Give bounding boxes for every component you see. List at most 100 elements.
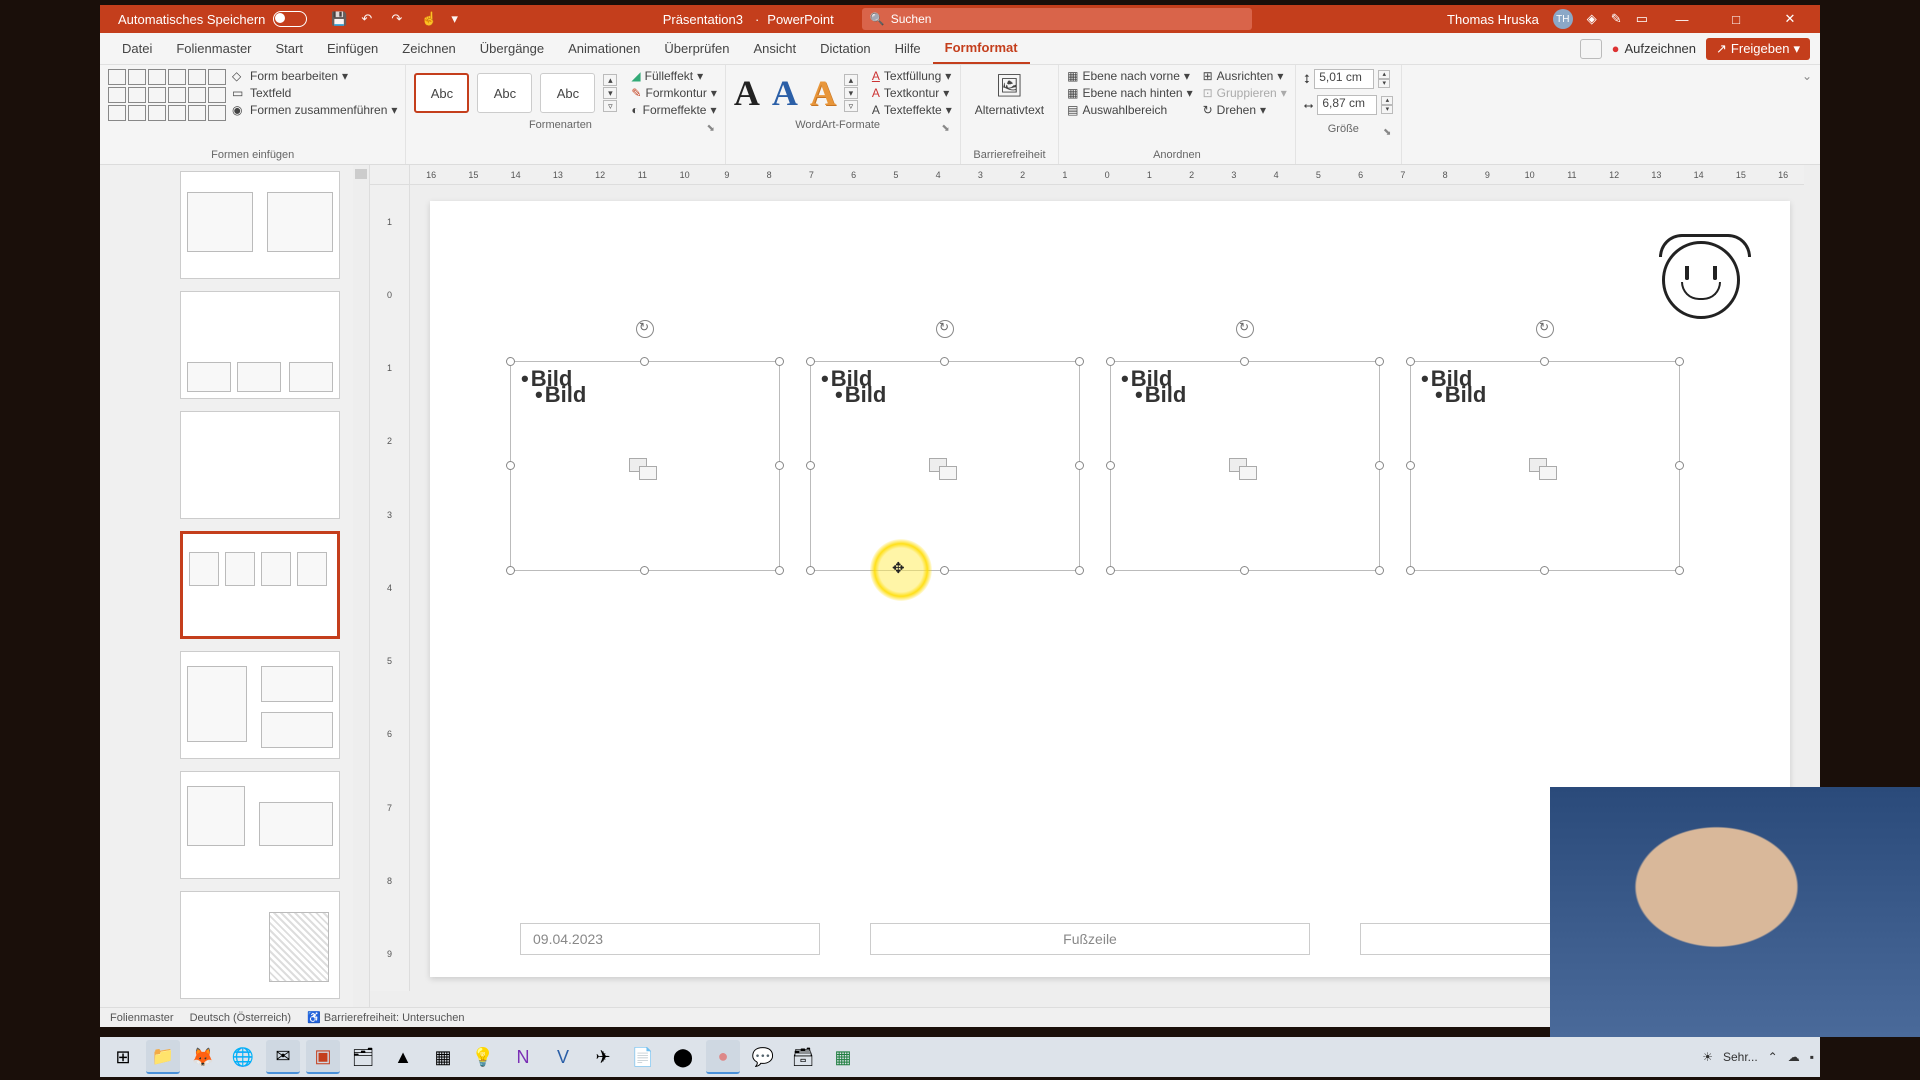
wordart-gallery-more[interactable]: ▴▾▿	[844, 74, 858, 112]
minimize-button[interactable]: —	[1662, 5, 1702, 33]
tab-datei[interactable]: Datei	[110, 33, 164, 64]
slide-number-placeholder[interactable]	[1360, 923, 1560, 955]
powerpoint-icon[interactable]: ▣	[306, 1040, 340, 1074]
visio-icon[interactable]: V	[546, 1040, 580, 1074]
system-tray[interactable]: ☀ Sehr... ⌃ ☁ ▪	[1702, 1050, 1814, 1064]
explorer-icon[interactable]: 📁	[146, 1040, 180, 1074]
picture-icon[interactable]	[629, 458, 661, 482]
firefox-icon[interactable]: 🦊	[186, 1040, 220, 1074]
width-input[interactable]: ⭤6,87 cm▴▾	[1304, 95, 1394, 115]
obs-icon[interactable]: ⬤	[666, 1040, 700, 1074]
maximize-button[interactable]: □	[1716, 5, 1756, 33]
comments-button[interactable]	[1580, 39, 1602, 59]
outlook-icon[interactable]: ✉	[266, 1040, 300, 1074]
dialog-launcher-icon[interactable]: ⬊	[941, 123, 951, 134]
date-placeholder[interactable]: 09.04.2023	[520, 923, 820, 955]
style-preset-2[interactable]: Abc	[477, 73, 532, 113]
alt-text-button[interactable]: 🖼 Alternativtext	[969, 69, 1050, 121]
redo-icon[interactable]: ↷	[391, 11, 407, 27]
merge-shapes-button[interactable]: ◉Formen zusammenführen▾	[232, 103, 397, 117]
text-outline-button[interactable]: ATextkontur▾	[872, 86, 952, 100]
style-preset-3[interactable]: Abc	[540, 73, 595, 113]
tab-ueberpruefen[interactable]: Überprüfen	[652, 33, 741, 64]
tray-cloud-icon[interactable]: ☁	[1788, 1050, 1800, 1064]
vlc-icon[interactable]: ▲	[386, 1040, 420, 1074]
rotate-handle-icon[interactable]	[1536, 320, 1554, 338]
dialog-launcher-icon[interactable]: ⬊	[706, 123, 716, 134]
picture-icon[interactable]	[929, 458, 961, 482]
tab-dictation[interactable]: Dictation	[808, 33, 883, 64]
app-icon[interactable]: 🗃	[786, 1040, 820, 1074]
wordart-preset-2[interactable]: A	[772, 72, 798, 114]
rotate-handle-icon[interactable]	[936, 320, 954, 338]
collapse-ribbon-icon[interactable]: ⌄	[1794, 65, 1820, 164]
thumbnail-scrollbar[interactable]	[353, 165, 369, 1007]
shapes-gallery[interactable]	[108, 69, 226, 121]
picture-placeholder[interactable]: BildBild	[510, 361, 780, 571]
diamond-icon[interactable]: ◈	[1587, 11, 1597, 27]
excel-icon[interactable]: ▦	[826, 1040, 860, 1074]
thumbnail-panel[interactable]	[100, 165, 370, 1007]
app-icon[interactable]: 📄	[626, 1040, 660, 1074]
share-button[interactable]: ↗Freigeben▾	[1706, 38, 1810, 60]
app-icon[interactable]: ●	[706, 1040, 740, 1074]
height-input[interactable]: ⭥5,01 cm▴▾	[1304, 69, 1394, 89]
textbox-button[interactable]: ▭Textfeld	[232, 86, 397, 100]
telegram-icon[interactable]: ✈	[586, 1040, 620, 1074]
onenote-icon[interactable]: N	[506, 1040, 540, 1074]
status-accessibility[interactable]: ♿ Barrierefreiheit: Untersuchen	[307, 1011, 464, 1024]
picture-placeholder[interactable]: BildBild	[1410, 361, 1680, 571]
layout-thumbnail-selected[interactable]	[180, 531, 340, 639]
picture-placeholder[interactable]: BildBild	[1110, 361, 1380, 571]
status-language[interactable]: Deutsch (Österreich)	[190, 1012, 291, 1024]
layout-thumbnail[interactable]	[180, 171, 340, 279]
layout-thumbnail[interactable]	[180, 771, 340, 879]
status-master[interactable]: Folienmaster	[110, 1012, 174, 1024]
more-icon[interactable]: ▾	[451, 11, 467, 27]
tray-app-icon[interactable]: ▪	[1810, 1050, 1814, 1064]
start-button[interactable]: ⊞	[106, 1040, 140, 1074]
autosave-toggle[interactable]: Automatisches Speichern	[118, 11, 307, 27]
style-preset-1[interactable]: Abc	[414, 73, 469, 113]
tab-uebergaenge[interactable]: Übergänge	[468, 33, 556, 64]
bring-forward-button[interactable]: ▦Ebene nach vorne▾	[1067, 69, 1192, 83]
edit-shape-button[interactable]: ◇Form bearbeiten▾	[232, 69, 397, 83]
app-icon[interactable]: ▦	[426, 1040, 460, 1074]
window-icon[interactable]: ▭	[1636, 11, 1648, 27]
shape-outline-button[interactable]: ✎Formkontur▾	[631, 86, 716, 100]
shape-fill-button[interactable]: ◢Fülleffekt▾	[631, 69, 716, 83]
wordart-preset-1[interactable]: A	[734, 72, 760, 114]
smiley-shape[interactable]	[1662, 241, 1740, 319]
style-gallery-more[interactable]: ▴▾▿	[603, 74, 617, 112]
picture-placeholder[interactable]: BildBild	[810, 361, 1080, 571]
close-button[interactable]: ✕	[1770, 5, 1810, 33]
pen-icon[interactable]: ✎	[1611, 11, 1622, 27]
record-button[interactable]: ●Aufzeichnen	[1612, 41, 1696, 56]
wordart-preset-3[interactable]: A	[810, 72, 836, 114]
send-backward-button[interactable]: ▦Ebene nach hinten▾	[1067, 86, 1192, 100]
align-button[interactable]: ⊞Ausrichten▾	[1203, 69, 1287, 83]
layout-thumbnail[interactable]	[180, 411, 340, 519]
rotate-handle-icon[interactable]	[636, 320, 654, 338]
layout-thumbnail[interactable]	[180, 651, 340, 759]
tab-hilfe[interactable]: Hilfe	[883, 33, 933, 64]
tray-chevron-icon[interactable]: ⌃	[1768, 1050, 1778, 1064]
user-name[interactable]: Thomas Hruska	[1447, 12, 1539, 27]
picture-icon[interactable]	[1229, 458, 1261, 482]
tab-zeichnen[interactable]: Zeichnen	[390, 33, 467, 64]
tab-einfuegen[interactable]: Einfügen	[315, 33, 390, 64]
text-fill-button[interactable]: ATextfüllung▾	[872, 69, 952, 83]
group-button[interactable]: ⊡Gruppieren▾	[1203, 86, 1287, 100]
dialog-launcher-icon[interactable]: ⬊	[1383, 127, 1393, 138]
rotate-handle-icon[interactable]	[1236, 320, 1254, 338]
layout-thumbnail[interactable]	[180, 891, 340, 999]
picture-icon[interactable]	[1529, 458, 1561, 482]
avatar-icon[interactable]: TH	[1553, 9, 1573, 29]
layout-thumbnail[interactable]	[180, 291, 340, 399]
tab-animationen[interactable]: Animationen	[556, 33, 652, 64]
chrome-icon[interactable]: 🌐	[226, 1040, 260, 1074]
search-input[interactable]: 🔍 Suchen	[862, 8, 1252, 30]
tab-ansicht[interactable]: Ansicht	[741, 33, 808, 64]
footer-placeholder[interactable]: Fußzeile	[870, 923, 1310, 955]
undo-icon[interactable]: ↶	[361, 11, 377, 27]
